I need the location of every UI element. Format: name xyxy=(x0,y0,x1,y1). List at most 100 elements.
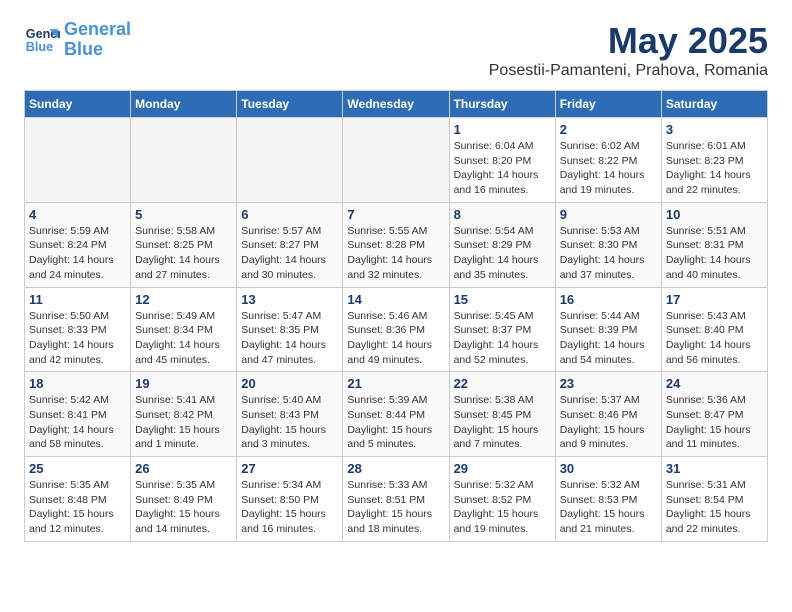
main-title: May 2025 xyxy=(489,20,768,62)
day-info: Sunrise: 5:39 AM Sunset: 8:44 PM Dayligh… xyxy=(347,393,444,452)
day-info: Sunrise: 5:50 AM Sunset: 8:33 PM Dayligh… xyxy=(29,309,126,368)
day-info: Sunrise: 5:41 AM Sunset: 8:42 PM Dayligh… xyxy=(135,393,232,452)
day-info: Sunrise: 5:32 AM Sunset: 8:52 PM Dayligh… xyxy=(454,478,551,537)
day-number: 5 xyxy=(135,207,232,222)
day-number: 16 xyxy=(560,292,657,307)
calendar-cell: 27 Sunrise: 5:34 AM Sunset: 8:50 PM Dayli… xyxy=(237,457,343,542)
day-number: 28 xyxy=(347,461,444,476)
day-info: Sunrise: 6:01 AM Sunset: 8:23 PM Dayligh… xyxy=(666,139,763,198)
calendar: SundayMondayTuesdayWednesdayThursdayFrid… xyxy=(24,90,768,542)
day-number: 21 xyxy=(347,376,444,391)
calendar-cell: 31Sunrise: 5:31 AM Sunset: 8:54 PM Dayli… xyxy=(661,457,767,542)
calendar-cell: 29 Sunrise: 5:32 AM Sunset: 8:52 PM Dayli… xyxy=(449,457,555,542)
day-info: Sunrise: 5:58 AM Sunset: 8:25 PM Dayligh… xyxy=(135,224,232,283)
day-number: 19 xyxy=(135,376,232,391)
day-number: 25 xyxy=(29,461,126,476)
calendar-cell: 13Sunrise: 5:47 AM Sunset: 8:35 PM Dayli… xyxy=(237,287,343,372)
col-header-saturday: Saturday xyxy=(661,91,767,118)
calendar-cell: 18 Sunrise: 5:42 AM Sunset: 8:41 PM Dayli… xyxy=(25,372,131,457)
calendar-cell: 12 Sunrise: 5:49 AM Sunset: 8:34 PM Dayli… xyxy=(131,287,237,372)
day-number: 24 xyxy=(666,376,763,391)
calendar-header-row: SundayMondayTuesdayWednesdayThursdayFrid… xyxy=(25,91,768,118)
day-info: Sunrise: 5:33 AM Sunset: 8:51 PM Dayligh… xyxy=(347,478,444,537)
day-info: Sunrise: 5:32 AM Sunset: 8:53 PM Dayligh… xyxy=(560,478,657,537)
calendar-cell: 3 Sunrise: 6:01 AM Sunset: 8:23 PM Daylig… xyxy=(661,118,767,203)
calendar-week-4: 18 Sunrise: 5:42 AM Sunset: 8:41 PM Dayli… xyxy=(25,372,768,457)
calendar-cell: 5 Sunrise: 5:58 AM Sunset: 8:25 PM Daylig… xyxy=(131,202,237,287)
day-info: Sunrise: 5:38 AM Sunset: 8:45 PM Dayligh… xyxy=(454,393,551,452)
day-info: Sunrise: 5:46 AM Sunset: 8:36 PM Dayligh… xyxy=(347,309,444,368)
calendar-cell: 25 Sunrise: 5:35 AM Sunset: 8:48 PM Dayli… xyxy=(25,457,131,542)
day-number: 27 xyxy=(241,461,338,476)
day-number: 14 xyxy=(347,292,444,307)
day-info: Sunrise: 5:42 AM Sunset: 8:41 PM Dayligh… xyxy=(29,393,126,452)
day-info: Sunrise: 5:34 AM Sunset: 8:50 PM Dayligh… xyxy=(241,478,338,537)
col-header-monday: Monday xyxy=(131,91,237,118)
day-info: Sunrise: 5:45 AM Sunset: 8:37 PM Dayligh… xyxy=(454,309,551,368)
day-number: 2 xyxy=(560,122,657,137)
calendar-cell: 8Sunrise: 5:54 AM Sunset: 8:29 PM Daylig… xyxy=(449,202,555,287)
calendar-week-1: 1 Sunrise: 6:04 AM Sunset: 8:20 PM Daylig… xyxy=(25,118,768,203)
svg-text:Blue: Blue xyxy=(26,40,53,54)
day-info: Sunrise: 5:35 AM Sunset: 8:49 PM Dayligh… xyxy=(135,478,232,537)
day-info: Sunrise: 5:31 AM Sunset: 8:54 PM Dayligh… xyxy=(666,478,763,537)
calendar-cell: 7 Sunrise: 5:55 AM Sunset: 8:28 PM Daylig… xyxy=(343,202,449,287)
day-info: Sunrise: 5:53 AM Sunset: 8:30 PM Dayligh… xyxy=(560,224,657,283)
logo-text: GeneralBlue xyxy=(64,20,131,60)
day-number: 18 xyxy=(29,376,126,391)
day-number: 29 xyxy=(454,461,551,476)
calendar-cell: 23 Sunrise: 5:37 AM Sunset: 8:46 PM Dayli… xyxy=(555,372,661,457)
day-info: Sunrise: 5:49 AM Sunset: 8:34 PM Dayligh… xyxy=(135,309,232,368)
calendar-cell: 14 Sunrise: 5:46 AM Sunset: 8:36 PM Dayli… xyxy=(343,287,449,372)
calendar-cell: 6Sunrise: 5:57 AM Sunset: 8:27 PM Daylig… xyxy=(237,202,343,287)
logo: General Blue GeneralBlue xyxy=(24,20,131,60)
day-number: 1 xyxy=(454,122,551,137)
day-number: 30 xyxy=(560,461,657,476)
calendar-cell: 26 Sunrise: 5:35 AM Sunset: 8:49 PM Dayli… xyxy=(131,457,237,542)
day-info: Sunrise: 5:57 AM Sunset: 8:27 PM Dayligh… xyxy=(241,224,338,283)
calendar-week-5: 25 Sunrise: 5:35 AM Sunset: 8:48 PM Dayli… xyxy=(25,457,768,542)
calendar-cell: 30 Sunrise: 5:32 AM Sunset: 8:53 PM Dayli… xyxy=(555,457,661,542)
day-number: 15 xyxy=(454,292,551,307)
day-info: Sunrise: 6:04 AM Sunset: 8:20 PM Dayligh… xyxy=(454,139,551,198)
day-number: 12 xyxy=(135,292,232,307)
day-info: Sunrise: 5:55 AM Sunset: 8:28 PM Dayligh… xyxy=(347,224,444,283)
calendar-cell: 4Sunrise: 5:59 AM Sunset: 8:24 PM Daylig… xyxy=(25,202,131,287)
title-section: May 2025 Posestii-Pamanteni, Prahova, Ro… xyxy=(489,20,768,80)
calendar-week-3: 11Sunrise: 5:50 AM Sunset: 8:33 PM Dayli… xyxy=(25,287,768,372)
calendar-cell xyxy=(343,118,449,203)
day-info: Sunrise: 5:54 AM Sunset: 8:29 PM Dayligh… xyxy=(454,224,551,283)
day-number: 26 xyxy=(135,461,232,476)
calendar-cell: 1 Sunrise: 6:04 AM Sunset: 8:20 PM Daylig… xyxy=(449,118,555,203)
day-info: Sunrise: 5:37 AM Sunset: 8:46 PM Dayligh… xyxy=(560,393,657,452)
day-number: 3 xyxy=(666,122,763,137)
day-number: 10 xyxy=(666,207,763,222)
day-info: Sunrise: 5:40 AM Sunset: 8:43 PM Dayligh… xyxy=(241,393,338,452)
day-number: 22 xyxy=(454,376,551,391)
day-info: Sunrise: 5:44 AM Sunset: 8:39 PM Dayligh… xyxy=(560,309,657,368)
calendar-cell: 21 Sunrise: 5:39 AM Sunset: 8:44 PM Dayli… xyxy=(343,372,449,457)
day-number: 20 xyxy=(241,376,338,391)
calendar-cell: 28 Sunrise: 5:33 AM Sunset: 8:51 PM Dayli… xyxy=(343,457,449,542)
calendar-cell xyxy=(25,118,131,203)
day-number: 9 xyxy=(560,207,657,222)
calendar-cell: 11Sunrise: 5:50 AM Sunset: 8:33 PM Dayli… xyxy=(25,287,131,372)
calendar-cell: 20 Sunrise: 5:40 AM Sunset: 8:43 PM Dayli… xyxy=(237,372,343,457)
day-info: Sunrise: 5:36 AM Sunset: 8:47 PM Dayligh… xyxy=(666,393,763,452)
day-info: Sunrise: 5:59 AM Sunset: 8:24 PM Dayligh… xyxy=(29,224,126,283)
day-number: 7 xyxy=(347,207,444,222)
header: General Blue GeneralBlue May 2025 Posest… xyxy=(24,20,768,80)
calendar-cell xyxy=(131,118,237,203)
subtitle: Posestii-Pamanteni, Prahova, Romania xyxy=(489,62,768,80)
col-header-thursday: Thursday xyxy=(449,91,555,118)
day-number: 23 xyxy=(560,376,657,391)
calendar-body: 1 Sunrise: 6:04 AM Sunset: 8:20 PM Daylig… xyxy=(25,118,768,542)
calendar-cell: 17Sunrise: 5:43 AM Sunset: 8:40 PM Dayli… xyxy=(661,287,767,372)
day-info: Sunrise: 5:43 AM Sunset: 8:40 PM Dayligh… xyxy=(666,309,763,368)
calendar-cell: 9 Sunrise: 5:53 AM Sunset: 8:30 PM Daylig… xyxy=(555,202,661,287)
logo-icon: General Blue xyxy=(24,22,60,58)
calendar-cell: 2Sunrise: 6:02 AM Sunset: 8:22 PM Daylig… xyxy=(555,118,661,203)
calendar-week-2: 4Sunrise: 5:59 AM Sunset: 8:24 PM Daylig… xyxy=(25,202,768,287)
day-info: Sunrise: 5:35 AM Sunset: 8:48 PM Dayligh… xyxy=(29,478,126,537)
col-header-friday: Friday xyxy=(555,91,661,118)
